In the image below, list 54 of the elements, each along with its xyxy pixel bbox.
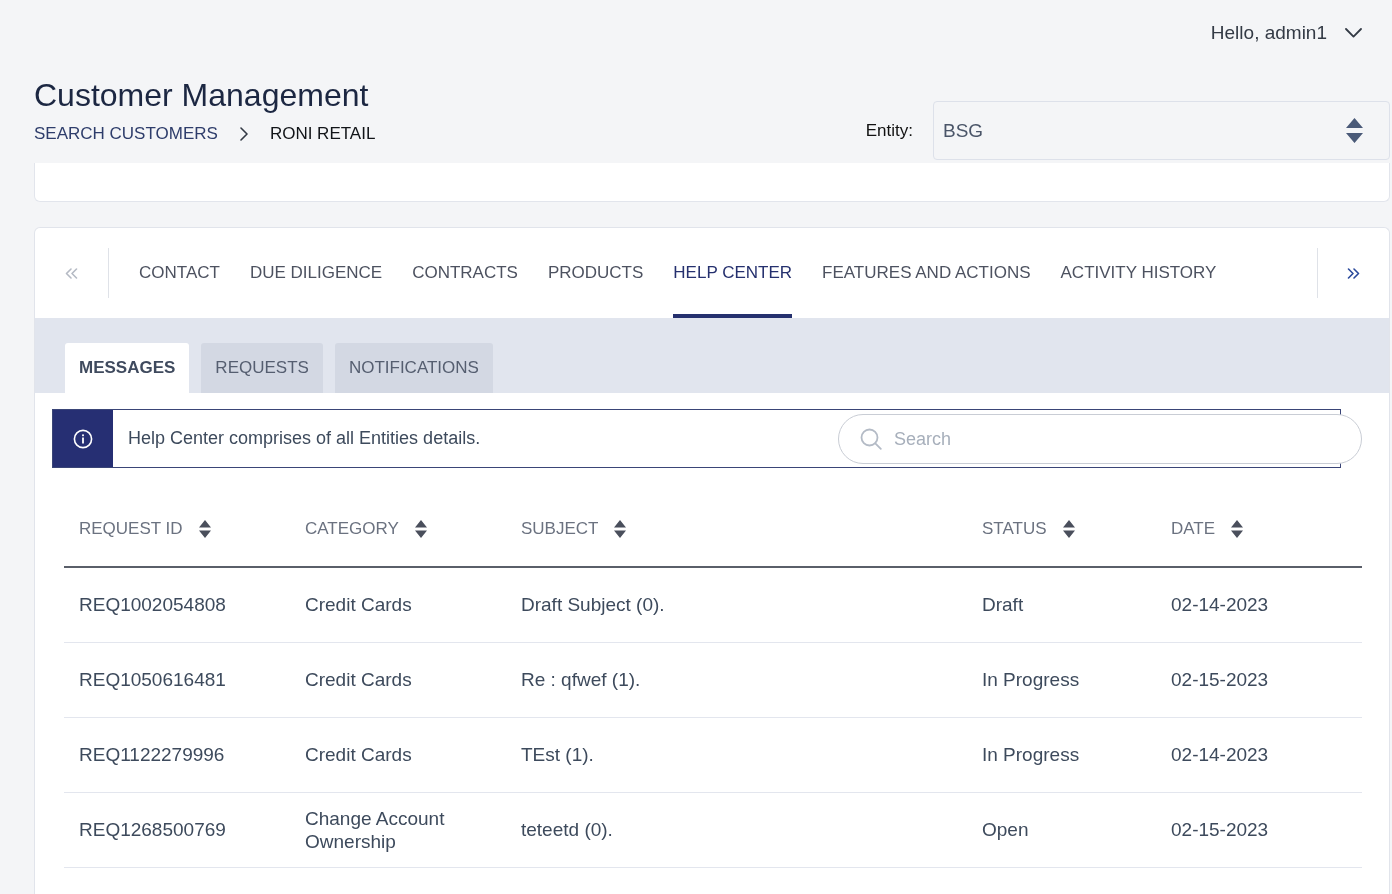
sort-icon — [414, 519, 427, 538]
tab[interactable]: CONTACT — [139, 228, 220, 318]
tab[interactable]: PRODUCTS — [547, 228, 644, 318]
page-title: Customer Management — [34, 76, 370, 114]
column-header[interactable]: REQUEST ID — [79, 518, 211, 539]
sort-icon — [614, 519, 627, 538]
tab[interactable]: DUE DILIGENCE — [249, 228, 383, 318]
chevron-right-icon — [239, 127, 248, 141]
table-cell: TEst (1). — [506, 717, 967, 792]
table-cell: teteetd (0). — [506, 792, 967, 867]
table-cell: Credit Cards — [290, 567, 506, 642]
search-field[interactable]: Search — [838, 414, 1362, 464]
subtab[interactable]: REQUESTS — [201, 343, 323, 393]
table-cell: Draft — [967, 567, 1156, 642]
table-cell: In Progress — [967, 717, 1156, 792]
table-cell: 02-15-2023 — [1156, 642, 1362, 717]
sort-icon — [1062, 519, 1075, 538]
table-cell: Credit Cards — [290, 717, 506, 792]
table-cell: REQ1268500769 — [64, 792, 290, 867]
table-cell: 02-14-2023 — [1156, 717, 1362, 792]
tab[interactable]: ACTIVITY HISTORY — [1060, 228, 1217, 318]
sort-icon — [198, 519, 211, 538]
column-header[interactable]: SUBJECT — [521, 518, 627, 539]
double-chevron-right-icon — [1347, 267, 1360, 279]
tab[interactable]: FEATURES AND ACTIONS — [822, 228, 1031, 318]
tab[interactable]: CONTRACTS — [412, 228, 518, 318]
up-down-arrows-icon — [1346, 118, 1363, 143]
table-cell: Re : qfwef (1). — [506, 642, 967, 717]
column-header[interactable]: CATEGORY — [305, 518, 427, 539]
table-cell: 02-15-2023 — [1156, 792, 1362, 867]
breadcrumb-link[interactable]: SEARCH CUSTOMERS — [34, 123, 218, 145]
table-cell: REQ1122279996 — [64, 717, 290, 792]
double-chevron-left-icon — [65, 267, 78, 279]
table-cell: REQ1050616481 — [64, 642, 290, 717]
sort-icon — [1231, 519, 1244, 538]
entity-select[interactable]: BSG — [933, 101, 1390, 160]
entity-label: Entity: — [865, 120, 913, 141]
user-menu-button[interactable]: Hello, admin1 — [1210, 22, 1362, 44]
subtab[interactable]: NOTIFICATIONS — [334, 343, 493, 393]
breadcrumb-current: RONI RETAIL — [269, 123, 376, 145]
info-icon — [73, 428, 93, 449]
subtab[interactable]: MESSAGES — [65, 343, 190, 393]
table-cell: Draft Subject (0). — [506, 567, 967, 642]
search-icon — [860, 428, 882, 450]
table-cell: In Progress — [967, 642, 1156, 717]
column-header[interactable]: DATE — [1171, 518, 1244, 539]
table-cell: 02-14-2023 — [1156, 567, 1362, 642]
column-header[interactable]: STATUS — [982, 518, 1075, 539]
table-cell: Open — [967, 792, 1156, 867]
table-cell: Credit Cards — [290, 642, 506, 717]
chevron-down-icon — [1345, 28, 1362, 38]
info-text: Help Center comprises of all Entities details. — [127, 428, 481, 449]
table-cell: Change Account Ownership — [290, 792, 506, 867]
table-cell: REQ1002054808 — [64, 567, 290, 642]
